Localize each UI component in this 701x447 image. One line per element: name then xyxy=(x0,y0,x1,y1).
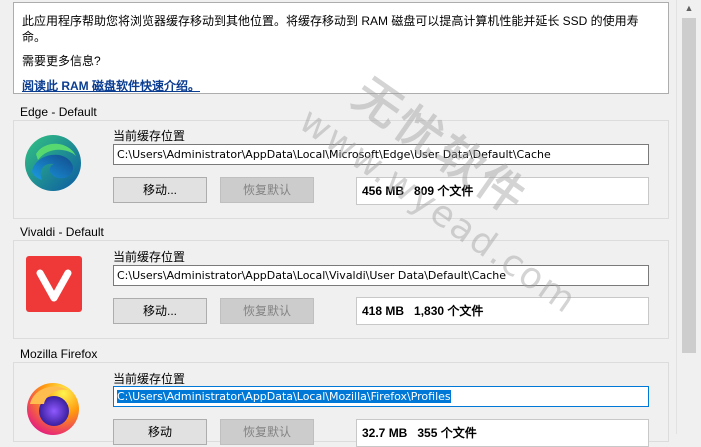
firefox-icon xyxy=(24,378,82,436)
scroll-up-arrow-icon[interactable]: ▲ xyxy=(677,0,701,17)
vivaldi-cache-stats: 418 MB 1,830 个文件 xyxy=(356,297,649,325)
firefox-restore-default-button: 恢复默认 xyxy=(220,419,314,445)
ram-disk-intro-link[interactable]: 阅读此 RAM 磁盘软件快速介绍。 xyxy=(22,77,200,94)
firefox-cache-files: 355 个文件 xyxy=(417,426,477,440)
vivaldi-move-button[interactable]: 移动... xyxy=(113,298,207,324)
firefox-cache-stats: 32.7 MB 355 个文件 xyxy=(356,419,649,447)
edge-restore-default-button: 恢复默认 xyxy=(220,177,314,203)
edge-icon xyxy=(24,134,82,192)
vivaldi-section-title: Vivaldi - Default xyxy=(20,225,104,239)
vivaldi-cache-path-field[interactable]: C:\Users\Administrator\AppData\Local\Viv… xyxy=(113,265,649,286)
scroll-thumb[interactable] xyxy=(682,18,696,353)
edge-cache-size: 456 MB xyxy=(362,184,405,198)
edge-move-button[interactable]: 移动... xyxy=(113,177,207,203)
firefox-cache-size: 32.7 MB xyxy=(362,426,408,440)
firefox-cache-path-field[interactable]: C:\Users\Administrator\AppData\Local\Moz… xyxy=(113,386,649,407)
edge-cache-files: 809 个文件 xyxy=(414,184,474,198)
info-description: 此应用程序帮助您将浏览器缓存移动到其他位置。将缓存移动到 RAM 磁盘可以提高计… xyxy=(22,14,639,44)
firefox-move-button[interactable]: 移动 xyxy=(113,419,207,445)
info-panel: 此应用程序帮助您将浏览器缓存移动到其他位置。将缓存移动到 RAM 磁盘可以提高计… xyxy=(13,2,669,94)
vivaldi-cache-files: 1,830 个文件 xyxy=(414,304,484,318)
vivaldi-location-label: 当前缓存位置 xyxy=(113,250,186,264)
info-more-heading: 需要更多信息? xyxy=(22,54,101,68)
edge-location-label: 当前缓存位置 xyxy=(113,129,186,143)
firefox-path-selection: C:\Users\Administrator\AppData\Local\Moz… xyxy=(117,390,451,403)
firefox-location-label: 当前缓存位置 xyxy=(113,372,186,386)
vivaldi-restore-default-button: 恢复默认 xyxy=(220,298,314,324)
edge-section-title: Edge - Default xyxy=(20,105,97,119)
edge-cache-stats: 456 MB 809 个文件 xyxy=(356,177,649,205)
vivaldi-cache-size: 418 MB xyxy=(362,304,405,318)
vertical-scrollbar[interactable]: ▲ xyxy=(676,0,701,434)
vivaldi-icon xyxy=(26,256,82,312)
edge-cache-path-field[interactable]: C:\Users\Administrator\AppData\Local\Mic… xyxy=(113,144,649,165)
firefox-section-title: Mozilla Firefox xyxy=(20,347,98,361)
